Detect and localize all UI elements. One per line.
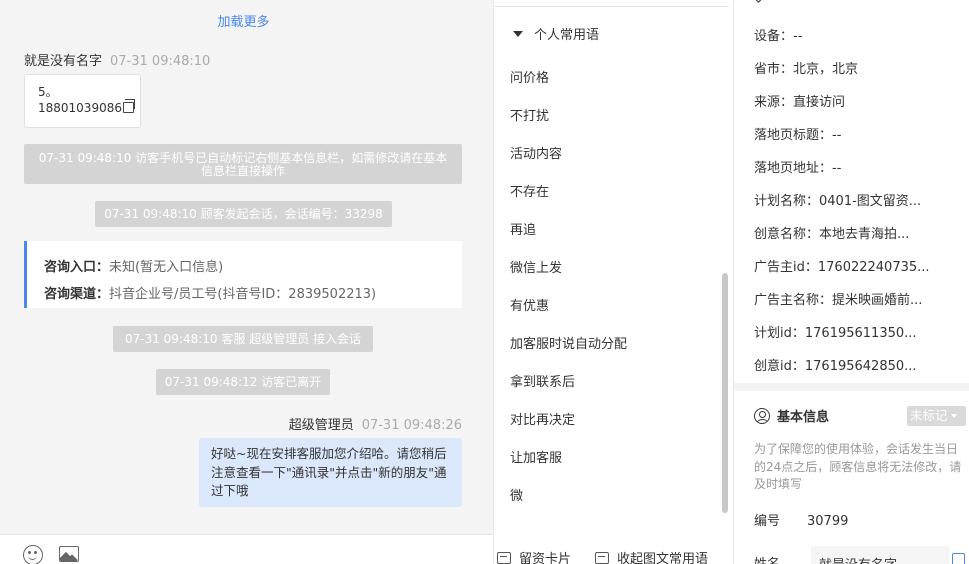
info-field-plan-name: 计划名称：0401-图文留资... [754, 194, 922, 209]
visitor-time: 07-31 09:48:10 [110, 54, 211, 69]
emoji-icon[interactable] [23, 545, 43, 564]
phrase-item[interactable]: 有优惠 [510, 295, 549, 314]
channel-value: 抖音企业号/员工号(抖音号ID：2839502213) [109, 287, 377, 302]
message-icon [497, 552, 511, 564]
info-field-plan-id: 计划id：176195611350... [754, 326, 917, 341]
visitor-phone: 18801039086 [38, 101, 122, 115]
edit-notice: 为了保障您的使用体验，会话发生当日的24点之后，顾客信息将无法修改，请及时填写 [754, 442, 962, 491]
system-message-left: 07-31 09:48:12 访客已离开 [156, 369, 330, 395]
visitor-header: 就是没有名字 07-31 09:48:10 [24, 50, 210, 69]
info-field-creative-name: 创意名称：本地去青海拍... [754, 227, 910, 242]
location-pin-icon [752, 0, 765, 3]
name-label: 姓名 [754, 553, 780, 564]
phrase-item[interactable]: 微 [510, 485, 523, 504]
phrase-item[interactable]: 微信上发 [510, 257, 562, 276]
phrase-item[interactable]: 加客服时说自动分配 [510, 333, 627, 352]
agent-header: 超级管理员 07-31 09:48:26 [289, 414, 462, 433]
agent-name: 超级管理员 [288, 418, 354, 433]
id-label: 编号 [754, 514, 781, 529]
info-field-landing-title: 落地页标题：-- [754, 128, 842, 143]
visitor-message-line1: 5。 [38, 85, 58, 99]
phrases-footer: 留资卡片 收起图文常用语 [494, 534, 733, 564]
info-field-city: 省市：北京，北京 [754, 62, 859, 77]
collapse-triangle-icon [513, 31, 523, 37]
visit-info-header [752, 0, 771, 5]
agent-message: 好哒~现在安排客服加您介绍哈。请您稍后注意查看一下"通讯录"并点击"新的朋友"通… [199, 438, 462, 507]
name-input[interactable]: 就是没有名字 [811, 546, 949, 564]
system-message-join: 07-31 09:48:10 客服 超级管理员 接入会话 [113, 326, 373, 352]
phrase-item[interactable]: 问价格 [510, 67, 549, 86]
lead-card-label: 留资卡片 [519, 552, 572, 564]
info-field-creative-id: 创意id：176195642850... [754, 359, 917, 374]
collapse-phrases-button[interactable]: 收起图文常用语 [595, 548, 708, 564]
chat-toolbar [0, 534, 493, 564]
section-divider [734, 383, 969, 391]
agent-time: 07-31 09:48:26 [361, 418, 462, 433]
lead-card-button[interactable]: 留资卡片 [497, 548, 571, 564]
divider [494, 6, 729, 7]
edit-icon[interactable] [952, 553, 965, 564]
channel-label: 咨询渠道： [44, 287, 110, 302]
phrase-group-title: 个人常用语 [534, 28, 600, 43]
phrase-group-header[interactable]: 个人常用语 [513, 24, 599, 43]
tag-dropdown[interactable]: 未标记 [907, 406, 966, 426]
phrase-item[interactable]: 拿到联系后 [510, 371, 575, 390]
phrase-item[interactable]: 再追 [510, 219, 536, 238]
visitor-message: 5。 18801039086 [24, 74, 141, 128]
user-icon [754, 408, 770, 424]
consult-info-card: 咨询入口：未知(暂无入口信息) 咨询渠道：抖音企业号/员工号(抖音号ID：283… [24, 241, 462, 308]
info-field-advertiser-name: 广告主名称：提米映画婚前... [754, 293, 923, 308]
phrases-panel: 个人常用语 问价格 不打扰 活动内容 不存在 再追 微信上发 有优惠 加客服时说… [493, 0, 734, 564]
tag-dropdown-label: 未标记 [910, 408, 948, 423]
id-value: 30799 [807, 514, 849, 529]
basic-info-title: 基本信息 [754, 406, 829, 425]
info-field-landing-url: 落地页地址：-- [754, 161, 842, 176]
info-field-advertiser-id: 广告主id：176022240735... [754, 260, 930, 275]
message-icon [595, 552, 609, 564]
system-message-phone: 07-31 09:48:10 访客手机号已自动标记右侧基本信息栏，如需修改请在基… [24, 144, 462, 184]
info-field-id: 编号 30799 [754, 510, 848, 529]
visitor-name: 就是没有名字 [24, 54, 103, 69]
info-field-device: 设备：-- [754, 29, 803, 44]
chevron-down-icon [950, 414, 957, 418]
load-more-link[interactable]: 加载更多 [0, 11, 487, 30]
copy-icon[interactable] [122, 99, 135, 113]
system-message-session: 07-31 09:48:10 顾客发起会话，会话编号：33298 [95, 201, 392, 227]
phrases-scrollbar[interactable] [722, 273, 728, 513]
phrase-item[interactable]: 活动内容 [510, 143, 562, 162]
entry-value: 未知(暂无入口信息) [109, 260, 224, 275]
phrase-item[interactable]: 对比再决定 [510, 409, 575, 428]
chat-panel: 加载更多 就是没有名字 07-31 09:48:10 5。 18801039086… [0, 0, 493, 564]
customer-info-panel: 设备：-- 省市：北京，北京 来源：直接访问 落地页标题：-- 落地页地址：--… [734, 0, 969, 564]
image-icon[interactable] [59, 546, 79, 562]
phrase-item[interactable]: 让加客服 [510, 447, 562, 466]
collapse-phrases-label: 收起图文常用语 [617, 552, 709, 564]
info-field-source: 来源：直接访问 [754, 95, 846, 110]
phrase-item[interactable]: 不存在 [510, 181, 549, 200]
entry-label: 咨询入口： [44, 260, 110, 275]
phrase-item[interactable]: 不打扰 [510, 105, 549, 124]
